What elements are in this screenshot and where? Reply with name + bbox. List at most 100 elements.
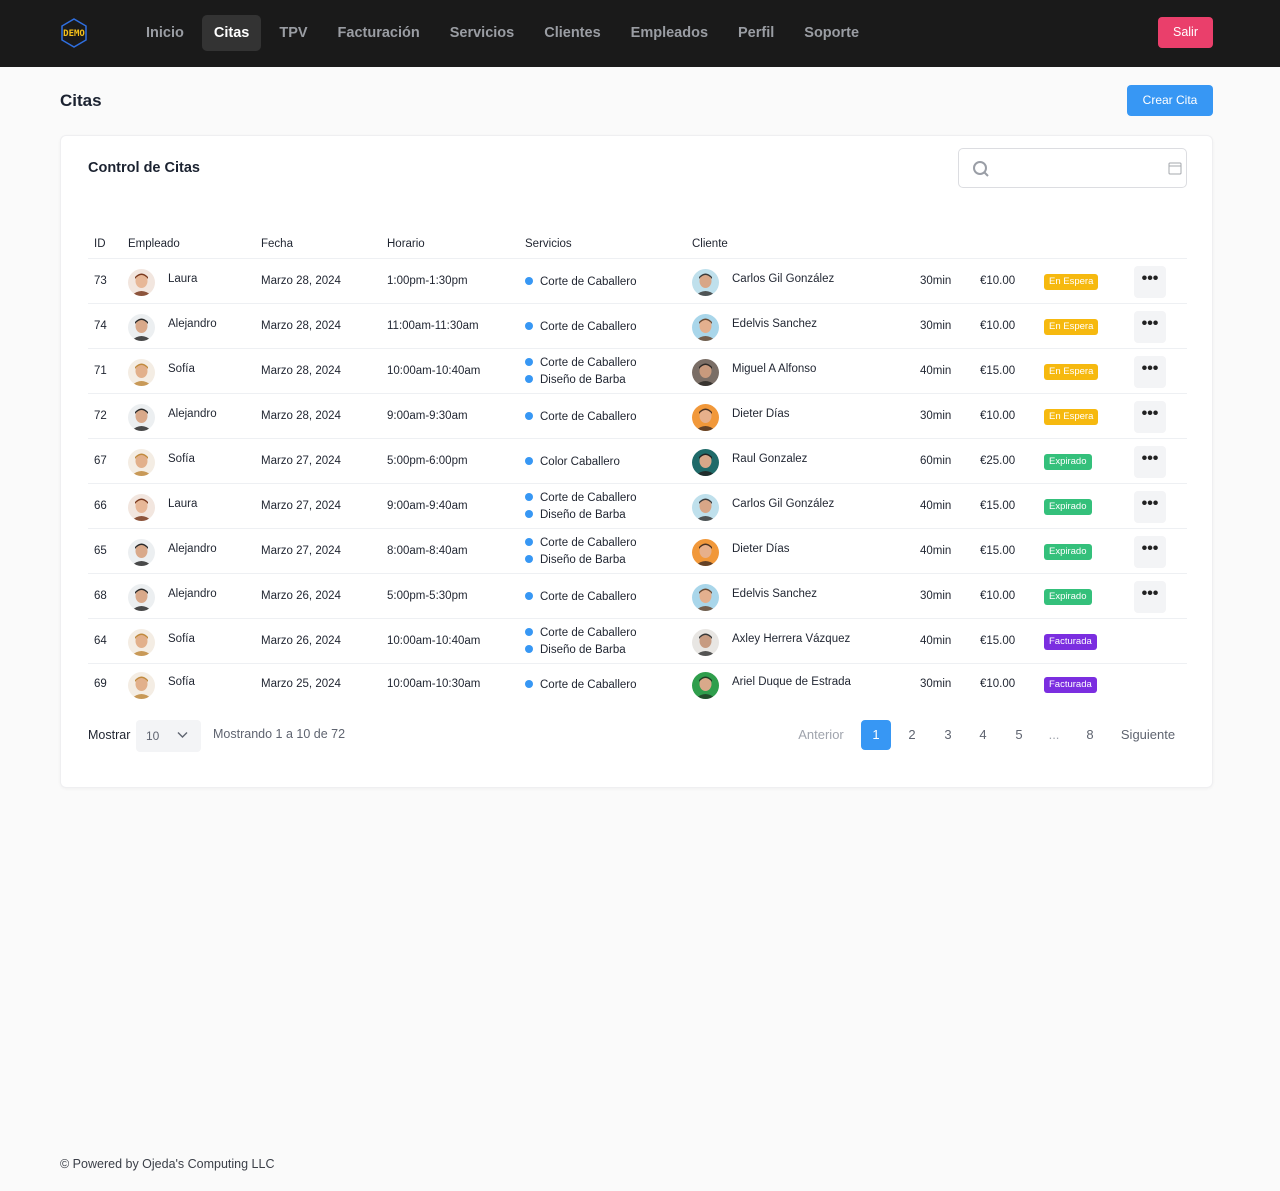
header-horario[interactable]: Horario [387,238,425,250]
logo-text: DEMO [63,29,85,39]
pagination-prev[interactable]: Anterior [796,720,846,750]
header-id[interactable]: ID [94,238,106,250]
service-item: Corte de Caballero [525,319,637,336]
appointment-time: 5:00pm-6:00pm [387,455,468,467]
row-actions-button[interactable]: ••• [1134,581,1166,613]
service-item: Corte de Caballero [525,625,637,642]
status-badge: Facturada [1044,677,1097,693]
header-empleado[interactable]: Empleado [128,238,180,250]
employee-avatar [128,269,155,296]
pagination-page-8[interactable]: 8 [1075,720,1105,750]
price: €15.00 [980,545,1016,557]
client-avatar [692,672,719,699]
row-actions-button[interactable]: ••• [1134,311,1166,343]
nav-item-facturacion[interactable]: Facturación [326,15,432,51]
duration: 40min [920,545,952,557]
table-row: 73 Laura Marzo 28, 2024 1:00pm-1:30pm Corte … [88,259,1187,304]
more-icon: ••• [1134,356,1166,388]
employee-avatar [128,584,155,611]
service-name: Corte de Caballero [540,276,637,288]
employee-name: Laura [168,498,198,510]
nav-item-soporte[interactable]: Soporte [792,15,871,51]
pagination-page-5[interactable]: 5 [1004,720,1034,750]
nav-item-servicios[interactable]: Servicios [438,15,527,51]
pagination-page-3[interactable]: 3 [933,720,963,750]
service-item: Diseño de Barba [525,552,637,569]
service-dot-icon [525,322,533,330]
services-list: Corte de Caballero Diseño de Barba [525,490,637,524]
row-actions-button[interactable]: ••• [1134,266,1166,298]
price: €10.00 [980,320,1016,332]
calendar-icon[interactable] [1168,161,1182,175]
appointment-date: Marzo 26, 2024 [261,590,341,602]
employee-avatar [128,404,155,431]
pagination-page-2[interactable]: 2 [897,720,927,750]
service-name: Diseño de Barba [540,554,626,566]
service-name: Diseño de Barba [540,509,626,521]
status-badge-label: Facturada [1044,677,1097,693]
date-search-box[interactable] [958,148,1187,188]
nav-item-citas[interactable]: Citas [201,15,262,51]
pagination-next[interactable]: Siguiente [1117,720,1179,750]
appointment-date: Marzo 26, 2024 [261,635,341,647]
nav-item-perfil[interactable]: Perfil [726,15,786,51]
create-appointment-button[interactable]: Crear Cita [1127,85,1213,116]
nav-item-tpv[interactable]: TPV [267,15,319,51]
service-dot-icon [525,457,533,465]
row-actions-button[interactable]: ••• [1134,401,1166,433]
nav-item-inicio[interactable]: Inicio [134,15,196,51]
price: €15.00 [980,365,1016,377]
header-servicios[interactable]: Servicios [525,238,572,250]
client-avatar [692,539,719,566]
table-row: 68 Alejandro Marzo 26, 2024 5:00pm-5:30pm Co… [88,574,1187,619]
appointment-date: Marzo 28, 2024 [261,275,341,287]
row-actions-button[interactable]: ••• [1134,491,1166,523]
service-item: Diseño de Barba [525,642,637,659]
appointment-time: 9:00am-9:40am [387,500,468,512]
status-badge: En Espera [1044,319,1099,335]
client-avatar [692,584,719,611]
more-icon: ••• [1134,401,1166,433]
service-name: Corte de Caballero [540,492,637,504]
appointment-time: 8:00am-8:40am [387,545,468,557]
appointment-date: Marzo 28, 2024 [261,365,341,377]
logo-icon[interactable]: DEMO [58,17,90,49]
service-item: Corte de Caballero [525,490,637,507]
status-badge-label: Expirado [1044,589,1092,605]
status-badge-label: En Espera [1044,319,1099,335]
status-badge: En Espera [1044,274,1099,290]
more-icon: ••• [1134,446,1166,478]
client-avatar [692,404,719,431]
service-name: Diseño de Barba [540,644,626,656]
service-item: Corte de Caballero [525,589,637,606]
client-avatar [692,494,719,521]
row-actions-button[interactable]: ••• [1134,536,1166,568]
service-item: Diseño de Barba [525,507,637,524]
search-input[interactable] [999,157,1159,179]
nav-item-clientes[interactable]: Clientes [532,15,612,51]
nav-item-empleados[interactable]: Empleados [619,15,720,51]
client-name: Carlos Gil González [732,498,835,510]
pagination-page-1[interactable]: 1 [861,720,891,750]
table-row: 64 Sofía Marzo 26, 2024 10:00am-10:40am Cort… [88,619,1187,664]
row-id: 66 [94,500,107,512]
table-row: 67 Sofía Marzo 27, 2024 5:00pm-6:00pm Color … [88,439,1187,484]
pagination-page-4[interactable]: 4 [968,720,998,750]
row-id: 67 [94,455,107,467]
search-icon [973,161,989,177]
appointment-time: 9:00am-9:30am [387,410,468,422]
duration: 60min [920,455,952,467]
row-id: 65 [94,545,107,557]
header-cliente[interactable]: Cliente [692,238,728,250]
services-list: Corte de Caballero Diseño de Barba [525,355,637,389]
service-dot-icon [525,538,533,546]
status-badge-label: En Espera [1044,409,1099,425]
service-dot-icon [525,358,533,366]
employee-name: Alejandro [168,543,217,555]
status-badge: Expirado [1044,454,1092,470]
logout-button[interactable]: Salir [1158,17,1213,48]
header-fecha[interactable]: Fecha [261,238,293,250]
price: €15.00 [980,635,1016,647]
row-actions-button[interactable]: ••• [1134,356,1166,388]
row-actions-button[interactable]: ••• [1134,446,1166,478]
